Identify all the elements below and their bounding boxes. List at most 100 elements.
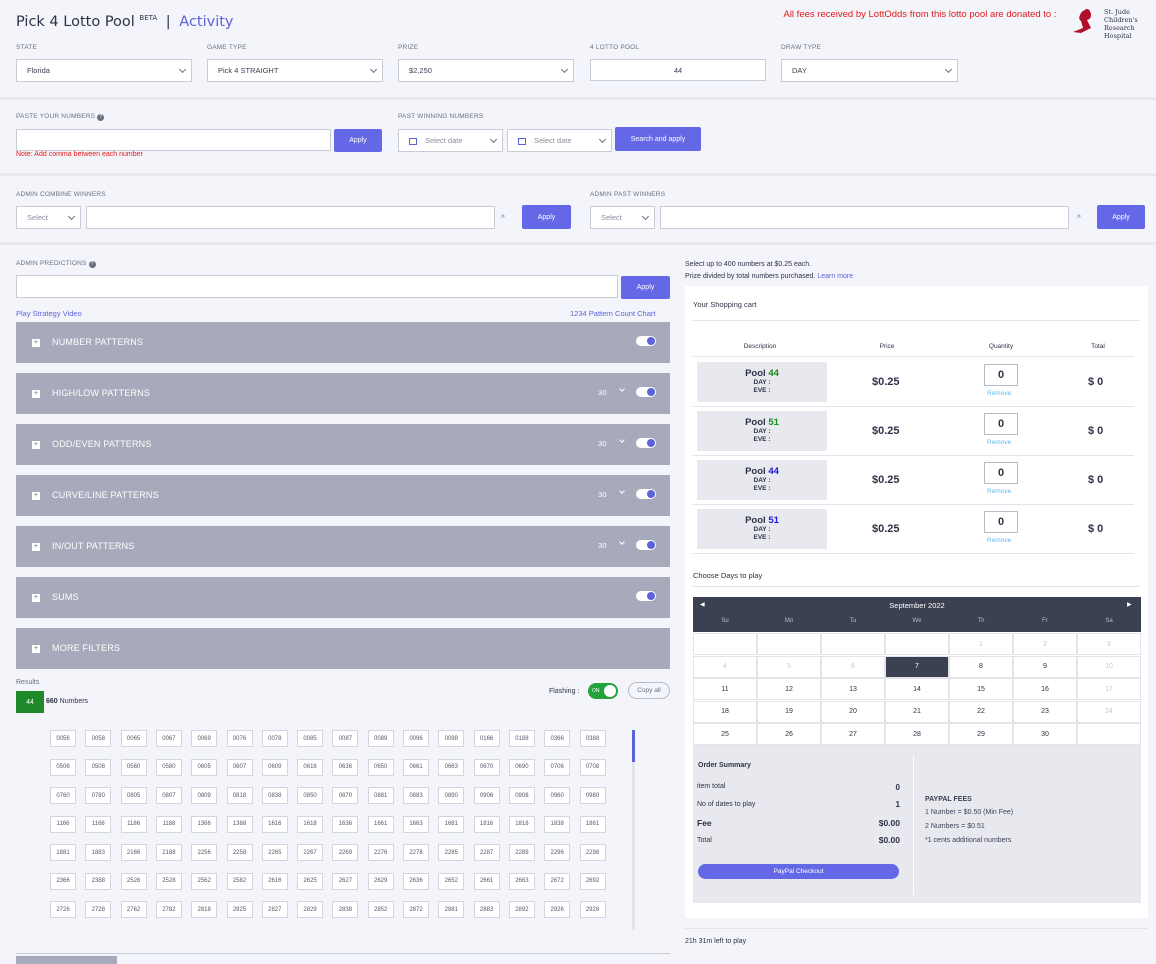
activity-link[interactable]: Activity <box>179 14 233 30</box>
number-cell[interactable]: 0067 <box>155 730 182 747</box>
next-month-icon[interactable]: ▶ <box>1127 601 1132 608</box>
quantity-input[interactable]: 0 <box>984 364 1018 386</box>
prize-select[interactable]: $2,250 <box>398 59 574 82</box>
quantity-input[interactable]: 0 <box>984 413 1018 435</box>
calendar-day[interactable]: 12 <box>757 678 821 700</box>
number-cell[interactable]: 2528 <box>155 872 182 890</box>
number-cell[interactable]: 1166 <box>50 815 76 833</box>
number-cell[interactable]: 2928 <box>579 901 606 918</box>
number-cell[interactable]: 0661 <box>403 758 429 776</box>
date-picker-1[interactable]: Select date <box>398 129 503 152</box>
plus-icon[interactable]: + <box>32 594 40 602</box>
number-cell[interactable]: 2636 <box>403 872 429 890</box>
pattern-sums[interactable]: + SUMS <box>16 577 670 618</box>
copy-all-button[interactable]: Copy all <box>628 682 670 699</box>
number-cell[interactable]: 2269 <box>332 844 359 861</box>
number-cell[interactable]: 1366 <box>191 815 218 833</box>
lotto-pool-input[interactable]: 44 <box>590 59 766 81</box>
state-select[interactable]: Florida <box>16 59 192 82</box>
number-cell[interactable]: 1186 <box>120 815 147 833</box>
number-cell[interactable]: 0058 <box>85 730 112 747</box>
number-cell[interactable]: 0805 <box>120 787 147 804</box>
number-cell[interactable]: 1616 <box>261 815 288 833</box>
calendar-day[interactable]: 19 <box>757 700 821 723</box>
number-cell[interactable]: 1883 <box>85 844 112 861</box>
number-cell[interactable]: 2825 <box>226 901 253 918</box>
number-cell[interactable]: 2692 <box>579 872 606 890</box>
sums-toggle[interactable] <box>636 591 656 601</box>
number-cell[interactable]: 2582 <box>226 872 253 890</box>
calendar-day[interactable]: 18 <box>693 700 757 723</box>
calendar-day[interactable]: 14 <box>885 678 949 700</box>
number-cell[interactable]: 0609 <box>261 758 288 776</box>
calendar-day[interactable]: 10 <box>1077 655 1141 678</box>
number-cell[interactable]: 2562 <box>191 872 218 890</box>
admin-past-select[interactable]: Select <box>590 206 655 229</box>
number-cell[interactable]: 2829 <box>297 901 324 918</box>
number-cell[interactable]: 0616 <box>297 758 324 776</box>
number-cell[interactable]: 0366 <box>544 730 571 747</box>
number-cell[interactable]: 2289 <box>508 844 535 861</box>
calendar-day[interactable]: 22 <box>949 700 1013 723</box>
number-cell[interactable]: 1661 <box>367 815 394 833</box>
calendar-day[interactable]: 16 <box>1013 678 1077 700</box>
number-cell[interactable]: 1188 <box>155 815 182 833</box>
draw-type-select[interactable]: DAY <box>781 59 958 82</box>
number-cell[interactable]: 2166 <box>120 844 147 861</box>
number-cell[interactable]: 2276 <box>367 844 394 861</box>
number-cell[interactable]: 1818 <box>508 815 535 833</box>
number-cell[interactable]: 0670 <box>473 758 500 776</box>
number-cell[interactable]: 0650 <box>367 758 394 776</box>
number-cell[interactable]: 0760 <box>50 787 76 804</box>
number-cell[interactable]: 0098 <box>438 730 465 747</box>
calendar-day[interactable]: 20 <box>821 700 885 723</box>
admin-combine-apply-button[interactable]: Apply <box>522 205 571 229</box>
predictions-apply-button[interactable]: Apply <box>621 276 670 299</box>
admin-combine-input[interactable] <box>86 206 495 229</box>
number-cell[interactable]: 2881 <box>438 901 465 918</box>
admin-combine-select[interactable]: Select <box>16 206 81 229</box>
number-cell[interactable]: 1618 <box>297 815 324 833</box>
number-cell[interactable]: 0908 <box>508 787 535 804</box>
pattern-more-filters[interactable]: + MORE FILTERS <box>16 628 670 669</box>
number-cell[interactable]: 0089 <box>367 730 394 747</box>
number-cell[interactable]: 0708 <box>579 758 606 776</box>
plus-icon[interactable]: + <box>32 492 40 500</box>
number-cell[interactable]: 0508 <box>85 758 112 776</box>
plus-icon[interactable]: + <box>32 645 40 653</box>
number-cell[interactable]: 2762 <box>120 901 147 918</box>
number-cell[interactable]: 2892 <box>508 901 535 918</box>
quantity-input[interactable]: 0 <box>984 462 1018 484</box>
number-cell[interactable]: 2663 <box>508 872 535 890</box>
expand-icon[interactable]: » <box>501 213 505 220</box>
number-cell[interactable]: 2852 <box>367 901 394 918</box>
scrollbar-thumb[interactable] <box>632 730 635 762</box>
calendar-day[interactable]: 7 <box>885 655 949 678</box>
calendar-day[interactable]: 28 <box>885 723 949 745</box>
calendar-day[interactable]: 3 <box>1077 633 1141 655</box>
calendar-day[interactable]: 11 <box>693 678 757 700</box>
number-cell[interactable]: 0065 <box>120 730 147 747</box>
number-cell[interactable]: 2366 <box>50 872 76 890</box>
number-cell[interactable]: 2652 <box>438 872 465 890</box>
number-cell[interactable]: 0890 <box>438 787 465 804</box>
calendar-day[interactable]: 26 <box>757 723 821 745</box>
admin-past-input[interactable] <box>660 206 1069 229</box>
number-cell[interactable]: 0605 <box>191 758 218 776</box>
in-out-toggle[interactable] <box>636 540 656 550</box>
bottom-tab[interactable] <box>16 956 117 964</box>
number-cell[interactable]: 2278 <box>403 844 429 861</box>
game-type-select[interactable]: Pick 4 STRAIGHT <box>207 59 383 82</box>
admin-predictions-input[interactable] <box>16 275 618 298</box>
number-cell[interactable]: 2285 <box>438 844 465 861</box>
number-cell[interactable]: 0506 <box>50 758 76 776</box>
paste-numbers-input[interactable] <box>16 129 331 151</box>
remove-link[interactable]: Remove <box>987 390 1011 397</box>
number-cell[interactable]: 0580 <box>155 758 182 776</box>
number-cell[interactable]: 2526 <box>120 872 147 890</box>
plus-icon[interactable]: + <box>32 339 40 347</box>
number-patterns-toggle[interactable] <box>636 336 656 346</box>
number-cell[interactable]: 2883 <box>473 901 500 918</box>
calendar-day[interactable]: 2 <box>1013 633 1077 655</box>
chevron-down-icon[interactable] <box>619 386 625 392</box>
